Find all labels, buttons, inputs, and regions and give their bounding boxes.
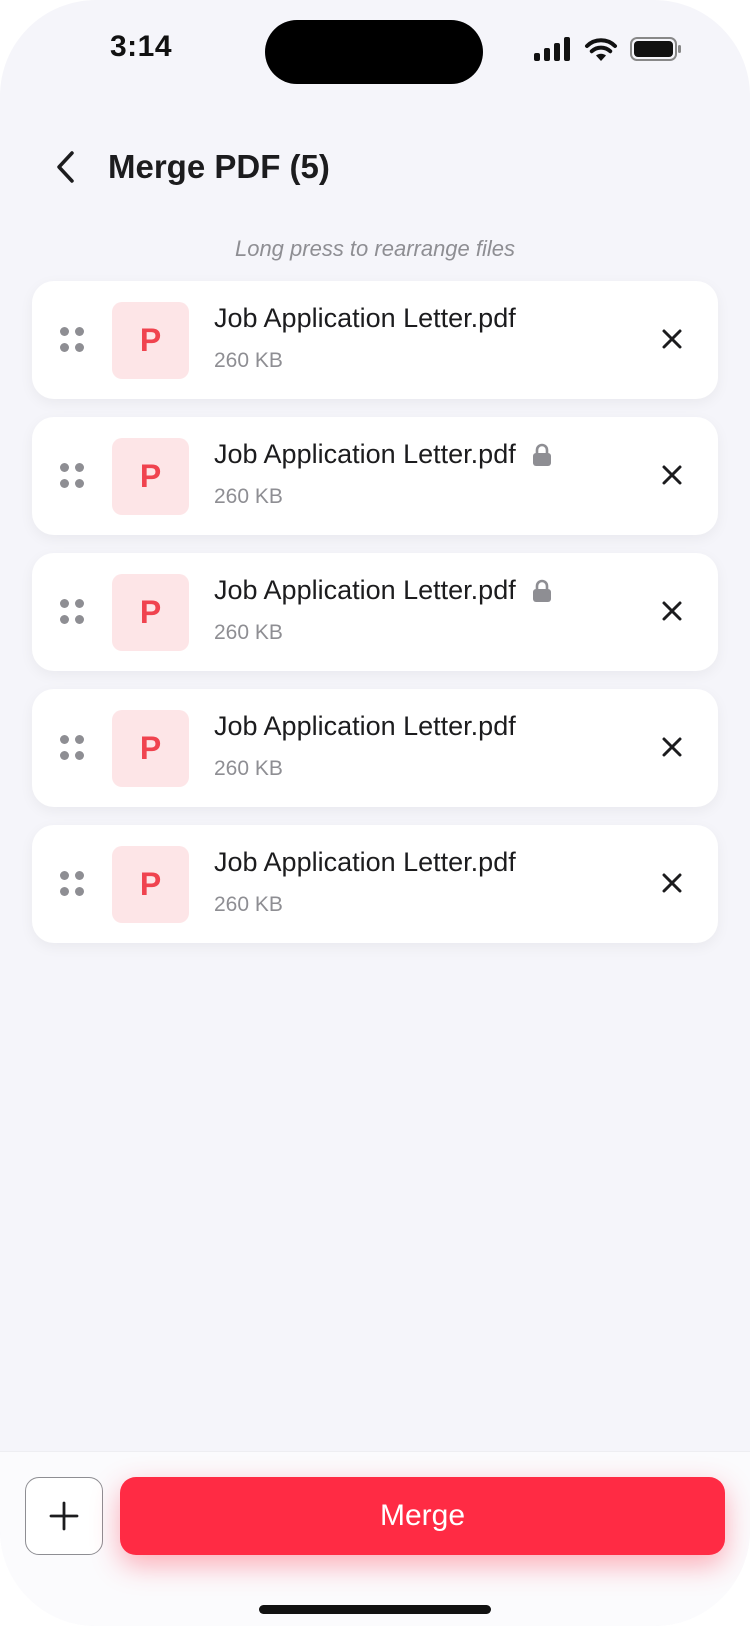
file-card[interactable]: P Job Application Letter.pdf 260 KB [32, 825, 718, 943]
file-card[interactable]: P Job Application Letter.pdf 260 KB [32, 281, 718, 399]
status-icons [532, 36, 682, 62]
file-card[interactable]: P Job Application Letter.pdf 260 KB [32, 417, 718, 535]
pdf-file-icon: P [112, 710, 189, 787]
drag-handle-icon[interactable] [60, 463, 86, 489]
add-file-button[interactable] [25, 1477, 103, 1555]
pdf-file-icon: P [112, 846, 189, 923]
file-list: P Job Application Letter.pdf 260 KB P Jo… [32, 281, 718, 961]
merge-button[interactable]: Merge [120, 1477, 725, 1555]
remove-file-button[interactable] [650, 725, 694, 769]
close-icon [662, 329, 682, 349]
dynamic-island [265, 20, 483, 84]
bottom-action-bar: Merge [0, 1451, 750, 1626]
file-name: Job Application Letter.pdf [214, 439, 516, 469]
file-name: Job Application Letter.pdf [214, 303, 516, 333]
pdf-file-icon: P [112, 302, 189, 379]
file-size: 260 KB [214, 757, 283, 780]
close-icon [662, 601, 682, 621]
phone-screen: 3:14 Merge PDF (5) Long press to rearran… [0, 0, 750, 1626]
rearrange-hint: Long press to rearrange files [234, 236, 516, 261]
file-size: 260 KB [214, 349, 283, 372]
file-size: 260 KB [214, 621, 283, 644]
wifi-icon [585, 38, 617, 61]
file-name: Job Application Letter.pdf [214, 847, 516, 877]
status-time: 3:14 [110, 30, 173, 63]
lock-icon [532, 579, 551, 602]
pdf-file-icon: P [112, 574, 189, 651]
remove-file-button[interactable] [650, 317, 694, 361]
drag-handle-icon[interactable] [60, 599, 86, 625]
battery-icon [630, 37, 681, 61]
file-name-row: Job Application Letter.pdf [214, 303, 516, 334]
pdf-file-icon: P [112, 438, 189, 515]
back-button[interactable] [48, 145, 84, 189]
close-icon [662, 873, 682, 893]
close-icon [662, 737, 682, 757]
drag-handle-icon[interactable] [60, 735, 86, 761]
file-card[interactable]: P Job Application Letter.pdf 260 KB [32, 689, 718, 807]
home-indicator [259, 1605, 491, 1614]
file-name: Job Application Letter.pdf [214, 575, 516, 605]
plus-icon [49, 1501, 79, 1531]
signal-icon [534, 37, 570, 61]
close-icon [662, 465, 682, 485]
file-size: 260 KB [214, 893, 283, 916]
file-card[interactable]: P Job Application Letter.pdf 260 KB [32, 553, 718, 671]
file-name-row: Job Application Letter.pdf [214, 439, 552, 470]
remove-file-button[interactable] [650, 453, 694, 497]
lock-icon [532, 443, 551, 466]
file-name: Job Application Letter.pdf [214, 711, 516, 741]
file-name-row: Job Application Letter.pdf [214, 847, 516, 878]
file-name-row: Job Application Letter.pdf [214, 575, 552, 606]
drag-handle-icon[interactable] [60, 871, 86, 897]
chevron-left-icon [57, 151, 74, 183]
drag-handle-icon[interactable] [60, 327, 86, 353]
remove-file-button[interactable] [650, 861, 694, 905]
remove-file-button[interactable] [650, 589, 694, 633]
file-name-row: Job Application Letter.pdf [214, 711, 516, 742]
file-size: 260 KB [214, 485, 283, 508]
page-title: Merge PDF (5) [108, 148, 330, 185]
